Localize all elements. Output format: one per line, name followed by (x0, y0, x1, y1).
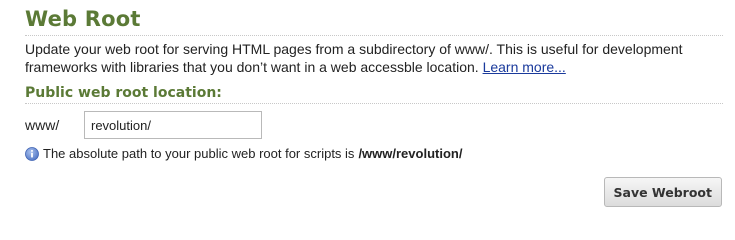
path-prefix: www/ (25, 117, 60, 133)
info-message: The absolute path to your public web roo… (25, 146, 723, 162)
description-text: Update your web root for serving HTML pa… (25, 41, 683, 75)
absolute-path: /www/revolution/ (358, 146, 463, 161)
description: Update your web root for serving HTML pa… (25, 36, 723, 76)
page-title: Web Root (25, 0, 723, 36)
webroot-input[interactable] (84, 111, 262, 139)
web-root-panel: Web Root Update your web root for servin… (25, 0, 723, 162)
save-webroot-button[interactable]: Save Webroot (603, 177, 722, 207)
learn-more-link[interactable]: Learn more... (483, 59, 566, 75)
section-title: Public web root location: (25, 84, 723, 104)
info-icon (25, 147, 39, 161)
info-text: The absolute path to your public web roo… (43, 146, 355, 161)
webroot-field-row: www/ (25, 110, 723, 140)
